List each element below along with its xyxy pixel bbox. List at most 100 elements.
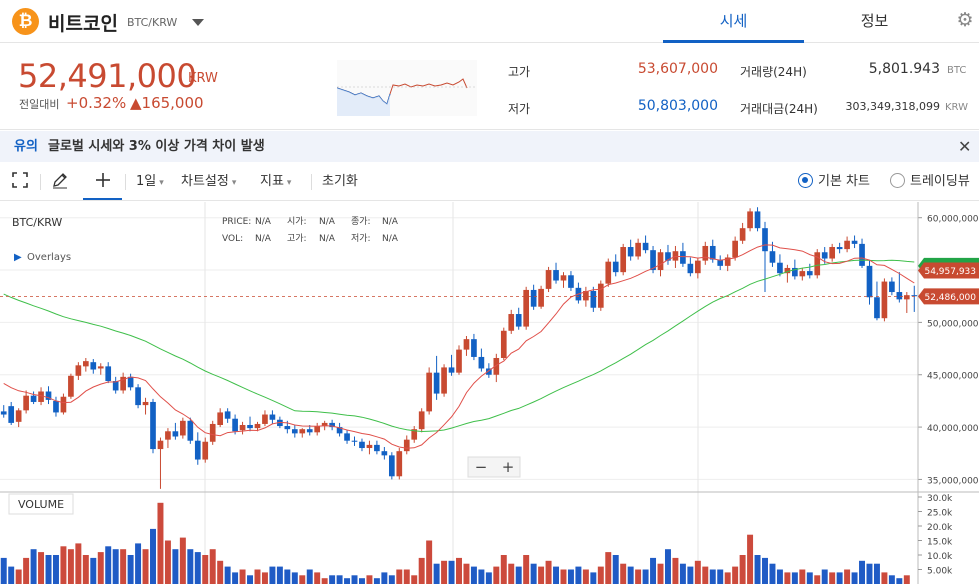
legend-price-value: N/A: [255, 217, 272, 227]
volume-bar: [90, 557, 97, 584]
candle-body: [68, 375, 74, 397]
candle-body: [553, 270, 559, 281]
candle-body: [806, 271, 813, 276]
candle-body: [702, 245, 709, 261]
volume-bar: [291, 572, 298, 584]
candle-body: [8, 406, 15, 423]
volume-bar: [97, 552, 104, 584]
notice-tag: 유의: [14, 139, 38, 154]
volume-24h-unit: BTC: [947, 65, 967, 76]
volume-bar: [105, 546, 112, 584]
volume-bar: [276, 566, 283, 584]
volume-bar: [679, 563, 686, 584]
volume-bar: [321, 578, 328, 584]
overlays-toggle-icon[interactable]: ▶: [14, 252, 22, 263]
volume-bar: [403, 569, 410, 584]
reset-button[interactable]: 초기화: [322, 163, 358, 200]
coin-pair[interactable]: BTC/KRW: [127, 16, 177, 29]
candle-body: [135, 387, 141, 406]
volume-bar: [157, 502, 164, 584]
volume-bar: [448, 560, 455, 584]
volume-bar: [38, 552, 45, 584]
coin-header: ₿ 비트코인 BTC/KRW 시세 정보 ⚙: [0, 0, 979, 43]
volume-bar: [851, 572, 858, 584]
candle-body: [441, 367, 447, 394]
volume-bar: [739, 555, 746, 584]
bitcoin-logo-icon: ₿: [12, 8, 39, 35]
volume-bars: [0, 502, 910, 584]
candle-body: [456, 349, 462, 373]
candle-body: [306, 429, 313, 433]
volume-bar: [142, 549, 149, 584]
fullscreen-icon[interactable]: [12, 163, 28, 200]
crosshair-icon[interactable]: [83, 163, 122, 200]
y-tick-label: 45,000,000: [927, 372, 979, 382]
candle-body: [463, 339, 470, 350]
candle-body: [359, 441, 365, 449]
volume-bar: [687, 566, 694, 584]
volume-bar: [329, 575, 336, 584]
y-tick-label: 60,000,000: [927, 215, 979, 225]
interval-select[interactable]: 1일 ▾: [136, 163, 164, 200]
volume-bar: [597, 566, 604, 584]
volume-bar: [664, 549, 671, 584]
volume-bar: [112, 549, 119, 584]
legend-low-label: 저가:: [351, 233, 371, 244]
tab-sise[interactable]: 시세: [663, 0, 804, 43]
coin-name[interactable]: 비트코인: [48, 9, 118, 36]
high-label: 고가: [508, 65, 531, 79]
legend-high-label: 고가:: [287, 233, 307, 244]
volume-bar: [15, 569, 22, 584]
candle-body: [881, 281, 888, 319]
candle-body: [351, 440, 358, 442]
volume-bar: [672, 557, 679, 584]
tab-info[interactable]: 정보: [804, 0, 945, 43]
candle-body: [500, 330, 507, 358]
candle-body: [299, 429, 306, 434]
gear-icon[interactable]: ⚙: [955, 9, 975, 33]
volume-bar: [344, 578, 351, 584]
volume-bar: [202, 555, 209, 584]
chart-type-tradingview-radio[interactable]: 트레이딩뷰: [890, 163, 970, 200]
price-chart[interactable]: 60,000,00055,000,00050,000,00045,000,000…: [0, 202, 979, 584]
candle-body: [568, 275, 574, 288]
chart-settings-menu[interactable]: 차트설정 ▾: [181, 163, 236, 200]
zoom-out-button[interactable]: −: [475, 458, 488, 476]
candle-body: [530, 289, 537, 307]
zoom-in-button[interactable]: +: [502, 458, 515, 476]
volume-bar: [859, 560, 866, 584]
chart-type-basic-radio[interactable]: 기본 차트: [798, 163, 870, 200]
volume-bar: [232, 572, 239, 584]
candle-body: [82, 361, 89, 367]
volume-bar: [60, 546, 67, 584]
candle-body: [23, 395, 29, 411]
volume-tick-label: 30.0k: [927, 494, 953, 504]
candle-body: [821, 252, 828, 259]
low-value: 50,803,000: [637, 98, 718, 114]
candle-body: [903, 295, 910, 300]
candle-body: [209, 423, 216, 442]
volume-bar: [844, 569, 851, 584]
volume-bar: [209, 549, 216, 584]
candle-body: [388, 455, 395, 477]
candle-body: [105, 366, 112, 382]
volume-bar: [411, 575, 418, 584]
indicators-menu[interactable]: 지표 ▾: [260, 163, 291, 200]
candle-body: [194, 440, 201, 460]
legend-vol-value: N/A: [255, 234, 272, 244]
volume-bar: [67, 549, 74, 584]
candle-body: [247, 424, 253, 429]
candle-body: [426, 372, 432, 412]
volume-bar: [642, 569, 649, 584]
chevron-down-icon[interactable]: [192, 19, 204, 26]
volume-bar: [0, 557, 7, 584]
price-badge-label: 54,957,933: [924, 267, 976, 277]
overlays-label[interactable]: Overlays: [27, 252, 71, 263]
candle-body: [142, 401, 149, 406]
candle-body: [515, 314, 522, 327]
notice-text: 글로벌 시세와 3% 이상 가격 차이 발생: [48, 139, 265, 154]
close-icon[interactable]: ✕: [958, 131, 971, 162]
candle-body: [896, 292, 903, 300]
pencil-icon[interactable]: [51, 163, 69, 200]
volume-bar: [217, 560, 224, 584]
